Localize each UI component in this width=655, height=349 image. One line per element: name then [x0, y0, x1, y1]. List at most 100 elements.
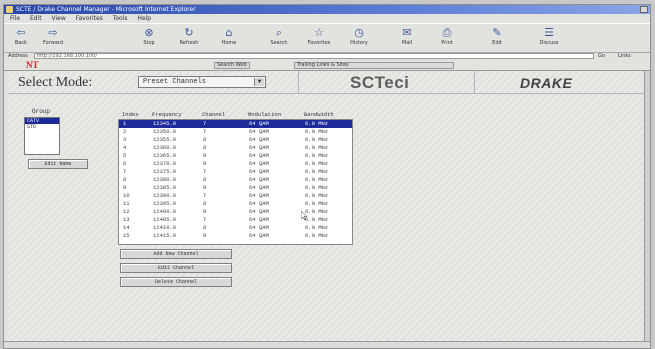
edit-name-button[interactable]: Edit Name	[28, 159, 88, 169]
group-label: Group	[32, 108, 51, 115]
table-cell: 6.0 MHz	[305, 208, 329, 215]
table-cell: 5	[123, 152, 127, 159]
table-cell: 9	[203, 208, 207, 215]
table-cell: 64 QAM	[249, 232, 269, 239]
table-cell: 1	[123, 120, 127, 127]
history-button[interactable]: ◷ History	[344, 26, 374, 50]
discuss-button[interactable]: ☰ Discuss	[534, 26, 564, 50]
table-row[interactable]: 15 12415.0 9 64 QAM 6.0 MHz	[119, 232, 352, 240]
table-cell: 3	[123, 136, 127, 143]
trailing-links-button[interactable]: Trailing Links & Sites	[294, 62, 454, 69]
table-cell: 12395.0	[153, 200, 177, 207]
table-cell: 6.0 MHz	[305, 160, 329, 167]
table-cell: 64 QAM	[249, 128, 269, 135]
table-cell: 10	[123, 192, 130, 199]
stop-icon: ⊗	[144, 26, 154, 39]
mode-select[interactable]: Preset Channels ▼	[138, 76, 266, 88]
menu-tools[interactable]: Tools	[113, 15, 128, 22]
add-channel-button[interactable]: Add New Channel	[120, 249, 232, 259]
favorites-button[interactable]: ☆ Favorites	[304, 26, 334, 50]
table-row[interactable]: 13 12405.0 7 64 QAM 6.0 MHz	[119, 216, 352, 224]
search-button[interactable]: ⌕ Search	[264, 26, 294, 50]
group-list[interactable]: CATV STD	[24, 117, 60, 155]
menu-help[interactable]: Help	[137, 15, 151, 22]
vertical-scrollbar[interactable]	[644, 71, 650, 341]
home-button[interactable]: ⌂ Home	[214, 26, 244, 50]
status-bar	[4, 341, 650, 348]
table-cell: 8	[203, 200, 207, 207]
address-label: Address	[8, 53, 28, 59]
links-label[interactable]: Links	[618, 52, 631, 60]
table-cell: 6.0 MHz	[305, 192, 329, 199]
search-web-button[interactable]: Search Web	[214, 62, 250, 69]
table-row[interactable]: 11 12395.0 8 64 QAM 6.0 MHz	[119, 200, 352, 208]
table-cell: 12370.0	[153, 160, 177, 167]
brand-drake-logo: DRAKE	[520, 75, 573, 91]
table-cell: 64 QAM	[249, 176, 269, 183]
table-row[interactable]: 6 12370.0 9 64 QAM 6.0 MHz	[119, 160, 352, 168]
mode-header: Select Mode: Preset Channels ▼ SCTeci DR…	[8, 71, 644, 94]
site-logo[interactable]: NT	[26, 61, 39, 70]
chevron-down-icon[interactable]: ▼	[254, 78, 264, 86]
table-cell: 64 QAM	[249, 152, 269, 159]
stop-button[interactable]: ⊗ Stop	[134, 26, 164, 50]
table-cell: 9	[203, 152, 207, 159]
go-button[interactable]: Go	[598, 52, 605, 60]
table-cell: 6.0 MHz	[305, 144, 329, 151]
channel-table-wrap: Index Frequency Channel Modulation Bandw…	[118, 111, 354, 287]
close-icon[interactable]	[640, 6, 648, 13]
table-row[interactable]: 7 12375.0 7 64 QAM 6.0 MHz	[119, 168, 352, 176]
table-cell: 6.0 MHz	[305, 200, 329, 207]
table-cell: 6.0 MHz	[305, 136, 329, 143]
table-cell: 12350.0	[153, 128, 177, 135]
back-button[interactable]: ⇦ Back	[6, 26, 36, 50]
app-icon	[6, 6, 13, 13]
channel-table[interactable]: 1 12345.0 7 64 QAM 6.0 MHz 2 12350.0 7 64 QAM 6.0…	[118, 119, 353, 245]
menu-view[interactable]: View	[52, 15, 66, 22]
table-cell: 64 QAM	[249, 224, 269, 231]
links-bar: NT Search Web Trailing Links & Sites	[4, 61, 650, 71]
menu-favorites[interactable]: Favorites	[76, 15, 103, 22]
table-cell: 2	[123, 128, 127, 135]
table-row[interactable]: 12 12400.0 9 64 QAM 6.0 MHz	[119, 208, 352, 216]
table-row[interactable]: 2 12350.0 7 64 QAM 6.0 MHz	[119, 128, 352, 136]
table-cell: 12375.0	[153, 168, 177, 175]
column-header: Frequency	[152, 111, 182, 118]
address-bar: Address http://192.168.100.100/ Go Links	[4, 52, 650, 60]
table-cell: 8	[203, 136, 207, 143]
table-header: Index Frequency Channel Modulation Bandw…	[122, 111, 354, 118]
table-cell: 64 QAM	[249, 144, 269, 151]
brand-scte-logo: SCTeci	[350, 73, 410, 92]
refresh-button[interactable]: ↻ Refresh	[174, 26, 204, 50]
history-icon: ◷	[354, 26, 364, 39]
menu-edit[interactable]: Edit	[30, 15, 42, 22]
edit-icon: ✎	[492, 26, 502, 39]
edit-button[interactable]: ✎ Edit	[482, 26, 512, 50]
menu-file[interactable]: File	[10, 15, 20, 22]
table-cell: 64 QAM	[249, 136, 269, 143]
mail-button[interactable]: ✉ Mail	[392, 26, 422, 50]
table-row[interactable]: 5 12365.0 9 64 QAM 6.0 MHz	[119, 152, 352, 160]
table-cell: 64 QAM	[249, 216, 269, 223]
table-row[interactable]: 8 12380.0 8 64 QAM 6.0 MHz	[119, 176, 352, 184]
title-bar: SCTE / Drake Channel Manager - Microsoft…	[4, 5, 650, 14]
table-cell: 64 QAM	[249, 120, 269, 127]
table-row[interactable]: 3 12355.0 8 64 QAM 6.0 MHz	[119, 136, 352, 144]
table-row[interactable]: 4 12360.0 8 64 QAM 6.0 MHz	[119, 144, 352, 152]
printer-icon: ⎙	[442, 26, 452, 39]
table-cell: 64 QAM	[249, 192, 269, 199]
table-cell: 7	[203, 128, 207, 135]
table-cell: 9	[203, 232, 207, 239]
table-row[interactable]: 10 12390.0 7 64 QAM 6.0 MHz	[119, 192, 352, 200]
table-row[interactable]: 1 12345.0 7 64 QAM 6.0 MHz	[119, 120, 352, 128]
group-item[interactable]: STD	[25, 124, 59, 130]
delete-channel-button[interactable]: Delete Channel	[120, 277, 232, 287]
print-button[interactable]: ⎙ Print	[432, 26, 462, 50]
forward-button[interactable]: ⇨ Forward	[38, 26, 68, 50]
column-header: Bandwidth	[304, 111, 334, 118]
table-cell: 7	[203, 120, 207, 127]
table-row[interactable]: 9 12385.0 9 64 QAM 6.0 MHz	[119, 184, 352, 192]
address-input[interactable]: http://192.168.100.100/	[34, 53, 594, 59]
table-row[interactable]: 14 12410.0 8 64 QAM 6.0 MHz	[119, 224, 352, 232]
edit-channel-button[interactable]: Edit Channel	[120, 263, 232, 273]
